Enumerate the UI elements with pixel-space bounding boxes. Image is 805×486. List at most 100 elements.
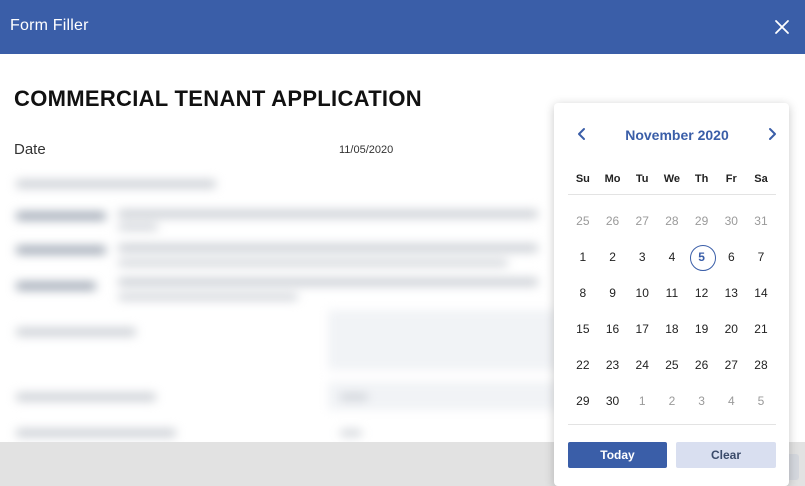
calendar-day-label: 28 [754, 358, 768, 372]
calendar-day-label: 3 [638, 250, 646, 264]
form-title: COMMERCIAL TENANT APPLICATION [14, 86, 422, 111]
calendar-day-label: 30 [724, 214, 738, 228]
calendar-day[interactable]: 28 [657, 203, 687, 239]
calendar-day[interactable]: 25 [657, 347, 687, 383]
calendar-day[interactable]: 14 [746, 275, 776, 311]
calendar-day-label: 16 [605, 322, 620, 336]
calendar-day[interactable]: 7 [746, 239, 776, 275]
close-icon[interactable] [773, 18, 791, 36]
calendar-day-label: 2 [668, 394, 676, 408]
calendar-day-label: 27 [724, 358, 738, 372]
calendar-day-label: 13 [724, 286, 738, 300]
calendar-day-label: 1 [638, 394, 646, 408]
calendar-day-label: 14 [754, 286, 768, 300]
calendar-day[interactable]: 21 [746, 311, 776, 347]
calendar-day[interactable]: 23 [598, 347, 628, 383]
weekday-label: Su [575, 173, 590, 185]
calendar-day[interactable]: 9 [598, 275, 628, 311]
calendar-day[interactable]: 30 [716, 203, 746, 239]
calendar-day[interactable]: 25 [568, 203, 598, 239]
calendar-day[interactable]: 30 [598, 383, 628, 419]
calendar-day-label: 4 [668, 250, 676, 264]
calendar-day-label: 26 [694, 358, 709, 372]
calendar-day[interactable]: 27 [716, 347, 746, 383]
calendar-day-label: 21 [754, 322, 768, 336]
window-title: Form Filler [10, 17, 89, 34]
calendar-day-label: 22 [576, 358, 590, 372]
calendar-day[interactable]: 15 [568, 311, 598, 347]
calendar-day[interactable]: 4 [716, 383, 746, 419]
weekday-header: Su Mo Tu We Th Fr Sa [568, 173, 776, 187]
calendar-day[interactable]: 20 [716, 311, 746, 347]
chevron-right-icon[interactable] [764, 126, 780, 142]
calendar-day[interactable]: 1 [627, 383, 657, 419]
calendar-day[interactable]: 12 [687, 275, 717, 311]
calendar-day-label: 17 [635, 322, 649, 336]
title-bar: Form Filler [0, 0, 805, 54]
weekday-label: Sa [754, 173, 768, 185]
calendar-day[interactable]: 29 [687, 203, 717, 239]
calendar-day-label: 8 [579, 286, 587, 300]
date-input[interactable] [329, 134, 569, 166]
calendar-day-label: 5 [757, 394, 765, 408]
calendar-day[interactable]: 31 [746, 203, 776, 239]
calendar-day[interactable]: 1 [568, 239, 598, 275]
calendar-day-label: 18 [665, 322, 679, 336]
calendar-day[interactable]: 28 [746, 347, 776, 383]
weekday-label: Mo [604, 173, 621, 185]
calendar-day[interactable]: 11 [657, 275, 687, 311]
calendar-day[interactable]: 2 [657, 383, 687, 419]
date-label: Date [14, 141, 46, 158]
calendar-day-label: 15 [576, 322, 590, 336]
calendar-day[interactable]: 27 [627, 203, 657, 239]
calendar-day-label: 26 [605, 214, 620, 228]
divider [568, 424, 776, 425]
calendar-day[interactable]: 3 [627, 239, 657, 275]
weekday-label: Fr [725, 173, 737, 185]
calendar-day-label: 25 [576, 214, 590, 228]
calendar-day-label: 6 [727, 250, 735, 264]
calendar-day-label: 27 [635, 214, 649, 228]
calendar-day-label: 11 [665, 286, 679, 300]
calendar-day[interactable]: 2 [598, 239, 628, 275]
calendar-day[interactable]: 10 [627, 275, 657, 311]
calendar-day-label: 29 [576, 394, 590, 408]
calendar-day[interactable]: 19 [687, 311, 717, 347]
calendar-day[interactable]: 26 [598, 203, 628, 239]
calendar-day-label: 7 [757, 250, 765, 264]
calendar-day[interactable]: 24 [627, 347, 657, 383]
calendar-day[interactable]: 13 [716, 275, 746, 311]
calendar-day-label: 12 [694, 286, 709, 300]
today-button[interactable]: Today [568, 442, 667, 468]
weekday-label: Th [694, 173, 709, 185]
calendar-day-label: 9 [609, 286, 616, 300]
calendar-day-label: 30 [605, 394, 620, 408]
calendar-day-label: 1 [579, 250, 587, 264]
calendar-day-label: 28 [665, 214, 679, 228]
date-picker-popup: November 2020 Su Mo Tu We Th Fr Sa 25 26 2… [554, 103, 789, 486]
calendar-day-label: 2 [609, 250, 616, 264]
calendar-day-label: 5 [698, 250, 705, 264]
calendar-day[interactable]: 16 [598, 311, 628, 347]
calendar-header: November 2020 [554, 123, 789, 147]
calendar-day-grid: 25 26 27 28 29 30 31 1 2 3 4 5 6 7 8 9 10 11 12 13 14 15 16 17 1… [568, 203, 776, 419]
calendar-day[interactable]: 6 [716, 239, 746, 275]
calendar-day[interactable]: 8 [568, 275, 598, 311]
calendar-day[interactable]: 26 [687, 347, 717, 383]
calendar-day-label: 20 [724, 322, 738, 336]
calendar-day[interactable]: 17 [627, 311, 657, 347]
divider [568, 194, 776, 195]
clear-button[interactable]: Clear [676, 442, 776, 468]
calendar-day-selected[interactable]: 5 [687, 239, 717, 275]
weekday-label: Tu [635, 173, 649, 185]
calendar-day-label: 19 [694, 322, 709, 336]
calendar-day[interactable]: 4 [657, 239, 687, 275]
calendar-day[interactable]: 22 [568, 347, 598, 383]
calendar-day-label: 10 [635, 286, 649, 300]
calendar-day[interactable]: 3 [687, 383, 717, 419]
calendar-day[interactable]: 18 [657, 311, 687, 347]
calendar-day[interactable]: 5 [746, 383, 776, 419]
calendar-day[interactable]: 29 [568, 383, 598, 419]
calendar-day-label: 25 [665, 358, 679, 372]
calendar-day-label: 31 [754, 214, 768, 228]
